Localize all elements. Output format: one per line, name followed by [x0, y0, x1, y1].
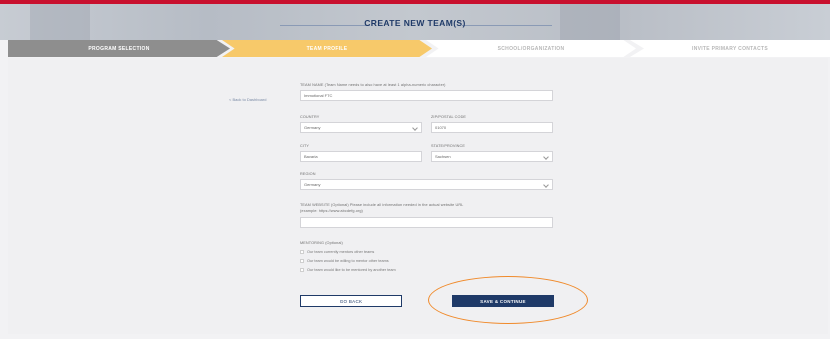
website-example: (example: https://www.abcdefg.org): [300, 209, 363, 213]
step-program-selection[interactable]: PROGRAM SELECTION: [8, 40, 230, 57]
city-input[interactable]: Bavaria: [300, 151, 422, 162]
region-label: REGION: [300, 172, 316, 176]
back-to-dashboard-link[interactable]: < Back to Dashboard: [229, 97, 266, 102]
mentoring-option-label: Our team would be willing to mentor othe…: [307, 259, 389, 263]
country-value: Germany: [304, 125, 321, 130]
state-select[interactable]: Sachsen: [431, 151, 553, 162]
highlight-circle-annotation: [428, 276, 588, 324]
team-name-label: TEAM NAME (Team Name needs to also have …: [300, 83, 446, 87]
page-title: CREATE NEW TEAM(S): [364, 18, 466, 28]
country-select[interactable]: Germany: [300, 122, 422, 133]
zip-input[interactable]: 01070: [431, 122, 553, 133]
city-value: Bavaria: [304, 154, 318, 159]
checkbox[interactable]: [300, 259, 304, 263]
zip-value: 01070: [435, 125, 447, 130]
mentoring-label: MENTORING (Optional): [300, 241, 343, 245]
go-back-button[interactable]: GO BACK: [300, 295, 402, 307]
zip-label: ZIP/POSTAL CODE: [431, 115, 467, 119]
chevron-down-icon: [543, 182, 549, 188]
progress-steps: PROGRAM SELECTION TEAM PROFILE SCHOOL/OR…: [0, 40, 830, 57]
team-name-value: Immotional FTC: [304, 93, 333, 98]
checkbox[interactable]: [300, 268, 304, 272]
chevron-down-icon: [412, 125, 418, 131]
mentoring-option[interactable]: Our team would be willing to mentor othe…: [300, 259, 389, 263]
mentoring-option[interactable]: Our team would like to be mentored by an…: [300, 268, 396, 272]
step-invite-primary-contacts: INVITE PRIMARY CONTACTS: [630, 40, 830, 57]
state-label: STATE/PROVINCE: [431, 144, 465, 148]
website-input[interactable]: [300, 217, 553, 228]
team-name-input[interactable]: Immotional FTC: [300, 90, 553, 101]
city-label: CITY: [300, 144, 310, 148]
mentoring-option-label: Our team would like to be mentored by an…: [307, 268, 396, 272]
step-school-organization: SCHOOL/ORGANIZATION: [426, 40, 636, 57]
mentoring-option[interactable]: Our team currently mentors other teams: [300, 250, 374, 254]
country-label: COUNTRY: [300, 115, 320, 119]
checkbox[interactable]: [300, 250, 304, 254]
step-team-profile[interactable]: TEAM PROFILE: [222, 40, 432, 57]
state-value: Sachsen: [435, 154, 451, 159]
region-select[interactable]: Germany: [300, 179, 553, 190]
region-value: Germany: [304, 182, 321, 187]
mentoring-option-label: Our team currently mentors other teams: [307, 250, 375, 254]
website-label: TEAM WEBSITE (Optional) Please include a…: [300, 203, 464, 207]
chevron-down-icon: [543, 154, 549, 160]
